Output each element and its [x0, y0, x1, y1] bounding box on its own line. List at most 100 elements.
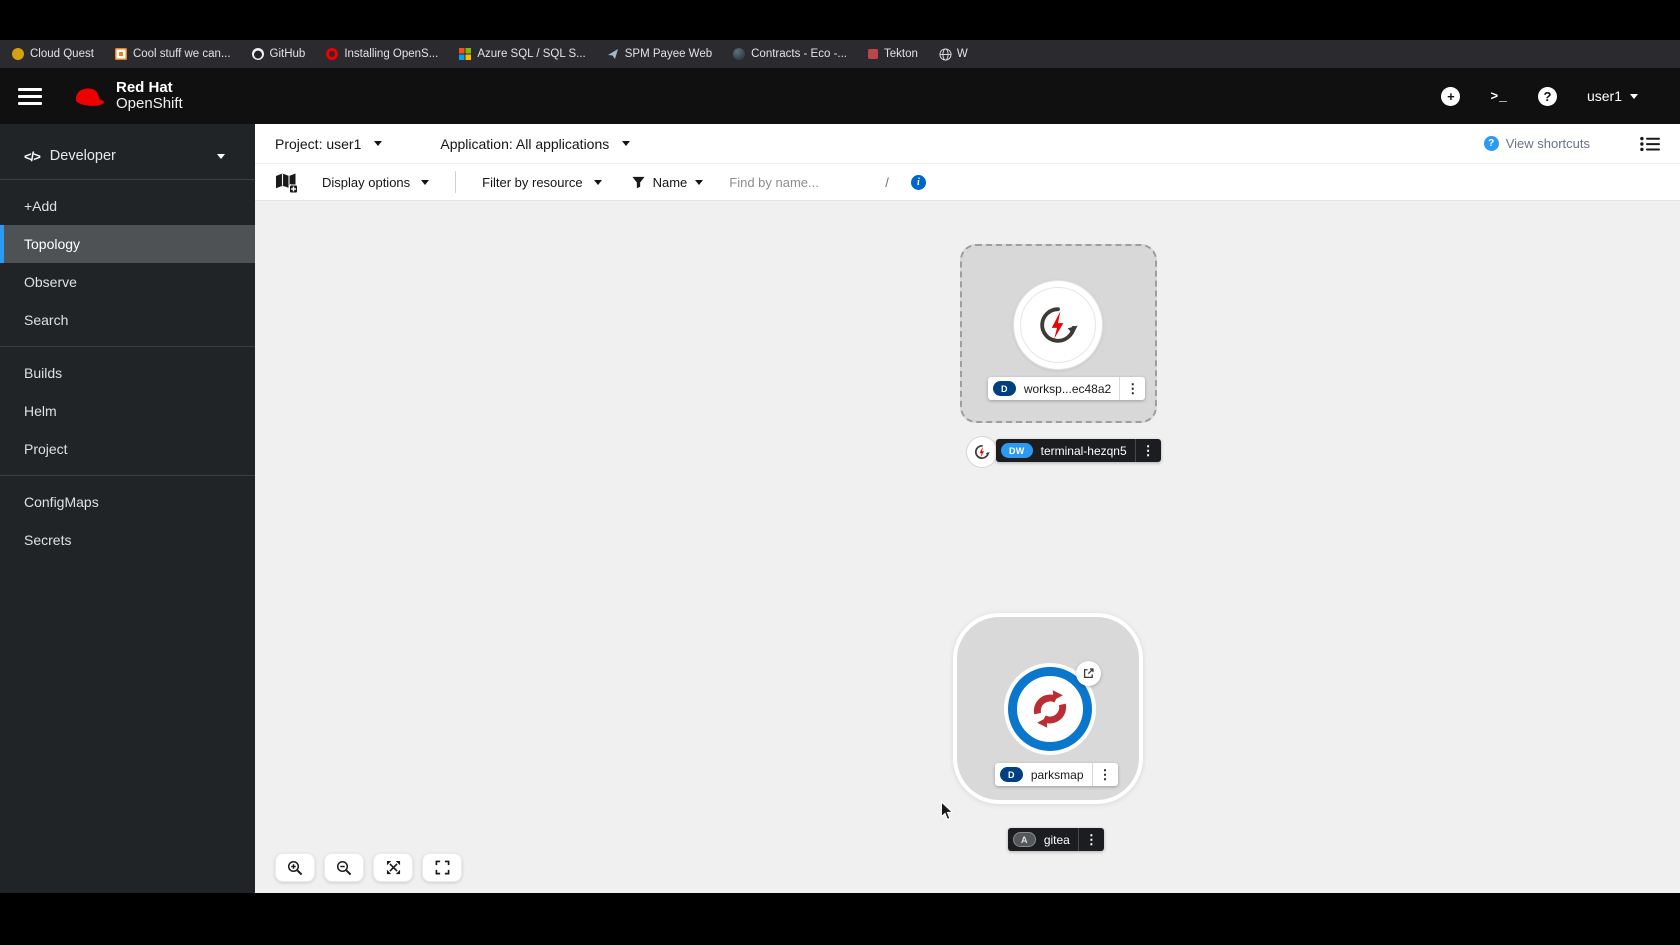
- chevron-down-icon: [217, 153, 225, 159]
- sidebar-item-secrets[interactable]: Secrets: [0, 521, 255, 559]
- chevron-down-icon: [593, 179, 602, 185]
- bookmark-installing-openshift[interactable]: Installing OpenS...: [326, 48, 438, 60]
- open-url-button[interactable]: [1076, 661, 1101, 686]
- toolbar-divider: [455, 171, 457, 193]
- contracts-favicon-icon: [733, 48, 746, 60]
- redhat-fedora-icon: [74, 88, 105, 108]
- slash-shortcut-hint: /: [885, 174, 889, 190]
- bookmark-github[interactable]: GitHub: [251, 48, 306, 60]
- spm-favicon-icon: [607, 48, 619, 60]
- parksmap-node-label[interactable]: D parksmap ⋮: [995, 763, 1118, 786]
- filter-funnel-icon: [632, 176, 645, 188]
- perspective-label: Developer: [49, 148, 116, 164]
- bookmark-label: Azure SQL / SQL S...: [477, 48, 586, 60]
- quick-create-plus-icon[interactable]: +: [1441, 86, 1461, 106]
- gitea-node-label[interactable]: A gitea ⋮: [1008, 828, 1104, 851]
- sidebar-item-helm[interactable]: Helm: [0, 392, 255, 430]
- question-circle-icon: ?: [1483, 136, 1499, 151]
- kebab-menu-icon[interactable]: ⋮: [1119, 377, 1145, 400]
- bookmark-label: Installing OpenS...: [344, 48, 439, 60]
- perspective-switcher[interactable]: </> Developer: [0, 124, 255, 180]
- deployment-badge: D: [993, 381, 1016, 396]
- topology-controls: [275, 853, 462, 882]
- terminal-node[interactable]: [967, 437, 997, 467]
- fullscreen-button[interactable]: [422, 853, 462, 882]
- kebab-menu-icon[interactable]: ⋮: [1134, 439, 1161, 462]
- devworkspace-badge: DW: [1001, 443, 1033, 458]
- topology-filter-bar: Display options Filter by resource Name …: [255, 164, 1680, 201]
- workspace-node[interactable]: [1014, 281, 1102, 369]
- bookmark-label: SPM Payee Web: [624, 48, 713, 60]
- bookmark-w[interactable]: W: [939, 48, 968, 61]
- name-filter-dropdown[interactable]: Name: [632, 175, 704, 190]
- nav-toggle-hamburger-icon[interactable]: [18, 87, 42, 105]
- kebab-menu-icon[interactable]: ⋮: [1091, 763, 1118, 786]
- deployment-badge: D: [1000, 767, 1023, 782]
- topology-canvas[interactable]: D worksp...ec48a2 ⋮ DW terminal-hezqn5 ⋮: [255, 201, 1680, 893]
- sidebar-item-configmaps[interactable]: ConfigMaps: [0, 483, 255, 521]
- filter-by-resource-dropdown[interactable]: Filter by resource: [482, 174, 602, 190]
- expand-arrows-icon: [386, 860, 400, 875]
- bookmark-label: GitHub: [269, 48, 306, 60]
- user-menu[interactable]: user1: [1587, 88, 1638, 104]
- chevron-down-icon: [695, 179, 704, 185]
- brand-redhat: Red Hat: [116, 78, 173, 96]
- github-favicon-icon: [251, 48, 264, 60]
- bookmark-label: Cool stuff we can...: [132, 48, 231, 60]
- list-view-toggle-icon[interactable]: [1640, 136, 1660, 152]
- bookmark-label: Tekton: [883, 48, 918, 60]
- sidebar-item-add[interactable]: +Add: [0, 187, 255, 225]
- openshift-app-icon: [1033, 690, 1067, 728]
- bookmark-contracts[interactable]: Contracts - Eco -...: [733, 48, 847, 60]
- zoom-in-button[interactable]: [275, 853, 315, 882]
- chevron-down-icon: [374, 141, 383, 146]
- find-by-name-input[interactable]: [729, 174, 870, 190]
- web-terminal-icon[interactable]: >_: [1490, 89, 1508, 104]
- fit-to-screen-button[interactable]: [373, 853, 413, 882]
- context-bar: Project: user1 Application: All applicat…: [255, 124, 1680, 164]
- chevron-down-icon: [1630, 93, 1638, 99]
- devworkspace-icon: [1040, 307, 1078, 343]
- bookmark-cool-stuff[interactable]: Cool stuff we can...: [114, 48, 231, 60]
- terminal-node-label[interactable]: DW terminal-hezqn5 ⋮: [996, 439, 1161, 462]
- zoom-out-button[interactable]: [324, 853, 364, 882]
- export-application-map-icon[interactable]: [275, 172, 298, 193]
- info-icon[interactable]: i: [910, 174, 926, 190]
- name-filter-label: Name: [652, 174, 688, 190]
- brand-openshift: OpenShift: [116, 95, 183, 112]
- redhat-openshift-logo[interactable]: Red Hat OpenShift: [70, 78, 183, 113]
- view-shortcuts-link[interactable]: ? View shortcuts: [1483, 136, 1590, 151]
- bookmark-azure-sql[interactable]: Azure SQL / SQL S...: [459, 48, 586, 60]
- screen: Cloud Quest Cool stuff we can... GitHub …: [0, 0, 1680, 945]
- chevron-down-icon: [622, 141, 631, 146]
- filter-by-resource-label: Filter by resource: [482, 174, 583, 190]
- code-icon: </>: [24, 148, 41, 164]
- cloud-quest-favicon-icon: [12, 48, 24, 60]
- bookmark-tekton[interactable]: Tekton: [867, 48, 918, 60]
- display-options-dropdown[interactable]: Display options: [322, 174, 430, 190]
- sidebar-item-topology[interactable]: Topology: [0, 225, 255, 263]
- kebab-menu-icon[interactable]: ⋮: [1077, 828, 1104, 851]
- username: user1: [1586, 88, 1622, 104]
- display-options-label: Display options: [322, 174, 411, 190]
- masthead: Red Hat OpenShift + >_ ? user1: [0, 68, 1680, 124]
- tekton-favicon-icon: [867, 49, 878, 59]
- globe-favicon-icon: [939, 48, 952, 61]
- context-bar-right: ? View shortcuts: [1483, 136, 1660, 152]
- nav-section-build: Builds Helm Project: [0, 346, 255, 475]
- sidebar-item-observe[interactable]: Observe: [0, 263, 255, 301]
- project-dropdown[interactable]: Project: user1: [275, 136, 383, 152]
- application-dropdown[interactable]: Application: All applications: [440, 135, 631, 152]
- workspace-node-label[interactable]: D worksp...ec48a2 ⋮: [988, 377, 1146, 400]
- sidebar-item-project[interactable]: Project: [0, 430, 255, 468]
- sidebar-nav: </> Developer +Add Topology Observe Sear…: [0, 124, 255, 893]
- nav-section-config: ConfigMaps Secrets: [0, 475, 255, 566]
- nav-section-main: +Add Topology Observe Search: [0, 180, 255, 346]
- bookmark-spm-payee[interactable]: SPM Payee Web: [607, 48, 712, 60]
- help-icon[interactable]: ?: [1537, 86, 1557, 106]
- main-content: Project: user1 Application: All applicat…: [255, 124, 1680, 893]
- sidebar-item-builds[interactable]: Builds: [0, 354, 255, 392]
- bookmark-cloud-quest[interactable]: Cloud Quest: [12, 48, 94, 60]
- sidebar-item-search[interactable]: Search: [0, 301, 255, 339]
- application-dropdown-label: Application: All applications: [440, 135, 610, 152]
